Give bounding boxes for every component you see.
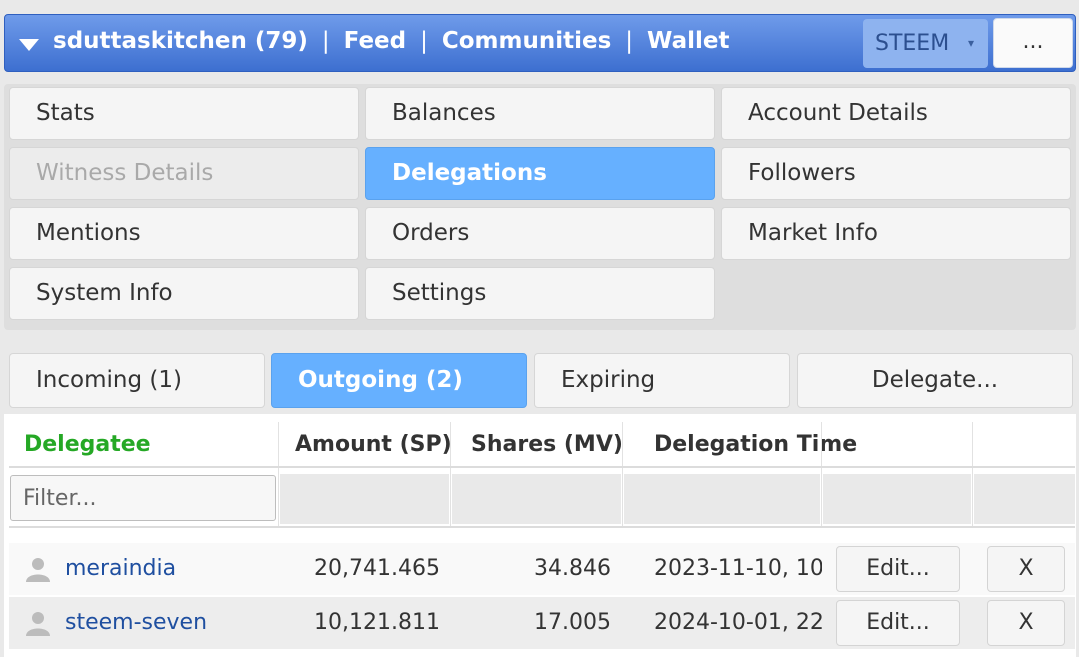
- amount-value: 10,121.811: [314, 610, 440, 635]
- menu-orders-button[interactable]: Orders: [365, 207, 715, 260]
- header-delegation-time[interactable]: Delegation Time: [654, 414, 857, 466]
- menu-mentions-button[interactable]: Mentions: [9, 207, 359, 260]
- delegatee-link[interactable]: meraindia: [65, 543, 275, 595]
- remove-button[interactable]: X: [987, 546, 1065, 592]
- account-link[interactable]: sduttaskitchen (79): [53, 28, 308, 54]
- nav-separator: |: [420, 28, 428, 54]
- menu-delegations-button[interactable]: Delegations: [365, 147, 715, 200]
- column-divider: [278, 422, 279, 526]
- currency-select[interactable]: STEEM ▾: [863, 19, 988, 68]
- remove-button[interactable]: X: [987, 600, 1065, 646]
- menu-stats-button[interactable]: Stats: [9, 87, 359, 140]
- filter-cell: [974, 474, 1075, 524]
- column-divider: [972, 422, 973, 526]
- nav-separator: |: [321, 28, 330, 54]
- delegatee-link[interactable]: steem-seven: [65, 597, 275, 649]
- menu-system-info-button[interactable]: System Info: [9, 267, 359, 320]
- menu-followers-button[interactable]: Followers: [721, 147, 1071, 200]
- delegation-time-value: 2024-10-01, 22:: [654, 610, 822, 635]
- filter-divider: [9, 526, 1075, 528]
- delegate-button[interactable]: Delegate...: [797, 353, 1073, 408]
- nav-feed-link[interactable]: Feed: [344, 28, 406, 54]
- nav-links: sduttaskitchen (79) | Feed | Communities | Wal…: [53, 28, 729, 54]
- column-divider: [622, 422, 623, 526]
- tab-expiring[interactable]: Expiring: [534, 353, 790, 408]
- tab-incoming[interactable]: Incoming (1): [9, 353, 265, 408]
- shares-value: 17.005: [534, 610, 611, 635]
- table-row: meraindia 20,741.465 34.846 2023-11-10, …: [9, 543, 1075, 595]
- tab-outgoing[interactable]: Outgoing (2): [271, 353, 527, 408]
- nav-communities-link[interactable]: Communities: [442, 28, 611, 54]
- column-divider: [450, 422, 451, 526]
- delegation-time-value: 2023-11-10, 10:: [654, 556, 822, 581]
- user-avatar-icon: [26, 558, 50, 582]
- amount-value: 20,741.465: [314, 556, 440, 581]
- delegations-table: Delegatee Amount (SP) Shares (MV) Delega…: [4, 414, 1076, 657]
- table-row: steem-seven 10,121.811 17.005 2024-10-01…: [9, 597, 1075, 649]
- filter-cell: [823, 474, 971, 524]
- menu-market-info-button[interactable]: Market Info: [721, 207, 1071, 260]
- filter-cell: [624, 474, 820, 524]
- caret-down-icon[interactable]: [19, 39, 39, 51]
- header-shares[interactable]: Shares (MV): [471, 414, 623, 466]
- edit-button[interactable]: Edit...: [836, 546, 960, 592]
- nav-wallet-link[interactable]: Wallet: [647, 28, 729, 54]
- edit-button[interactable]: Edit...: [836, 600, 960, 646]
- filter-cell: [452, 474, 621, 524]
- dropdown-arrow-icon: ▾: [967, 36, 974, 50]
- top-nav-bar: sduttaskitchen (79) | Feed | Communities | Wal…: [4, 14, 1076, 72]
- more-button[interactable]: ...: [993, 18, 1073, 68]
- column-divider: [821, 422, 822, 526]
- user-avatar-icon: [26, 612, 50, 636]
- filter-input[interactable]: [10, 475, 276, 521]
- currency-select-value: STEEM: [875, 31, 950, 56]
- menu-account-details-button[interactable]: Account Details: [721, 87, 1071, 140]
- menu-witness-details-button: Witness Details: [9, 147, 359, 200]
- menu-balances-button[interactable]: Balances: [365, 87, 715, 140]
- header-amount[interactable]: Amount (SP): [295, 414, 452, 466]
- header-divider: [9, 466, 1075, 468]
- menu-settings-button[interactable]: Settings: [365, 267, 715, 320]
- shares-value: 34.846: [534, 556, 611, 581]
- header-delegatee[interactable]: Delegatee: [24, 414, 151, 466]
- nav-separator: |: [625, 28, 634, 54]
- filter-cell: [280, 474, 449, 524]
